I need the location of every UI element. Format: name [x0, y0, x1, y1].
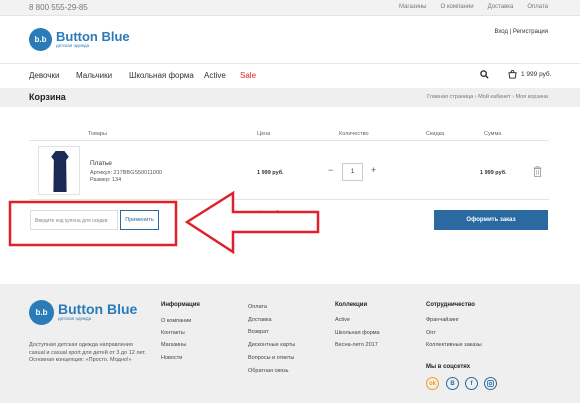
- apply-coupon-button[interactable]: Применить: [120, 210, 159, 230]
- top-links: Магазины О компании Доставка Оплата: [399, 4, 548, 10]
- footer-link-faq[interactable]: Вопросы и ответы: [248, 355, 294, 361]
- nav-item-boys[interactable]: Мальчики: [76, 71, 112, 80]
- page-title: Корзина: [29, 92, 66, 102]
- product-image[interactable]: [38, 146, 80, 195]
- table-divider: [29, 199, 549, 200]
- header-logo[interactable]: b.b Button Blue детская одежда: [29, 28, 130, 51]
- column-header-discount: Скидка: [426, 131, 445, 137]
- cart-icon: [508, 70, 517, 79]
- item-price: 1 999 руб.: [257, 170, 284, 176]
- footer-link-payment[interactable]: Оплата: [248, 304, 267, 310]
- quantity-increase-button[interactable]: +: [371, 165, 376, 175]
- top-link-about[interactable]: О компании: [440, 4, 473, 10]
- footer-link-return[interactable]: Возврат: [248, 329, 269, 335]
- quantity-decrease-button[interactable]: −: [328, 165, 333, 175]
- top-link-stores[interactable]: Магазины: [399, 4, 426, 10]
- footer-link-about[interactable]: О компании: [161, 318, 191, 324]
- footer-heading-info: Информация: [161, 302, 200, 308]
- top-link-payment[interactable]: Оплата: [527, 4, 548, 10]
- breadcrumb[interactable]: Главная страница › Мой кабинет › Моя кор…: [427, 94, 548, 100]
- dress-picture: [51, 151, 69, 192]
- product-article: Артикул: 217BBGS50011000: [90, 170, 163, 176]
- odnoklassniki-icon[interactable]: ok: [426, 377, 439, 390]
- auth-separator: |: [509, 29, 512, 35]
- footer-link-wholesale[interactable]: Опт: [426, 330, 436, 336]
- product-name[interactable]: Платье: [90, 160, 112, 167]
- total-label: Итого без доставки:: [258, 211, 314, 217]
- register-link[interactable]: Регистрация: [513, 29, 548, 35]
- footer-link-group-orders[interactable]: Коллективные заказы: [426, 342, 482, 348]
- footer-heading-cooperation: Сотрудничество: [426, 302, 475, 308]
- column-header-quantity: Количество: [339, 131, 369, 137]
- top-link-delivery[interactable]: Доставка: [488, 4, 514, 10]
- footer-description: Доступная детская одежда направления cas…: [29, 342, 146, 363]
- login-link[interactable]: Вход: [494, 29, 508, 35]
- footer-link-spring-summer[interactable]: Весна-лето 2017: [335, 342, 378, 348]
- nav-item-sale[interactable]: Sale: [240, 71, 256, 80]
- checkout-button[interactable]: Оформить заказ: [434, 210, 548, 230]
- column-header-price: Цена: [257, 131, 271, 137]
- top-bar: 8 800 555-29-85 Магазины О компании Дост…: [0, 0, 580, 16]
- logo-mark-icon: b.b: [29, 28, 52, 51]
- footer-link-franchise[interactable]: Франчайзинг: [426, 317, 459, 323]
- logo-name: Button Blue: [56, 29, 130, 44]
- nav-item-active[interactable]: Active: [204, 71, 226, 80]
- footer-link-active[interactable]: Active: [335, 317, 350, 323]
- footer-link-contacts[interactable]: Контакты: [161, 330, 185, 336]
- footer-link-feedback[interactable]: Обратная связь: [248, 368, 289, 374]
- vk-icon[interactable]: B: [446, 377, 459, 390]
- footer-heading-social: Мы в соцсетях: [426, 364, 471, 370]
- header-cart[interactable]: 1 999 руб.: [508, 70, 551, 79]
- total-value: 1 999 руб.: [258, 219, 307, 230]
- nav-item-school-uniform[interactable]: Школьная форма: [129, 71, 194, 80]
- instagram-icon[interactable]: [484, 377, 497, 390]
- main-nav: Девочки Мальчики Школьная форма Active S…: [0, 63, 580, 88]
- product-size: Размер: 134: [90, 177, 122, 183]
- coupon-input[interactable]: Введите код купона для скидки: [30, 210, 118, 230]
- footer-link-delivery[interactable]: Доставка: [248, 317, 272, 323]
- auth-links: Вход | Регистрация: [494, 29, 548, 35]
- item-sum: 1 999 руб.: [480, 170, 507, 176]
- footer-heading-collections: Коллекции: [335, 302, 368, 308]
- footer-link-news[interactable]: Новости: [161, 355, 182, 361]
- nav-item-girls[interactable]: Девочки: [29, 71, 59, 80]
- footer-link-school-uniform[interactable]: Школьная форма: [335, 330, 380, 336]
- quantity-input[interactable]: 1: [342, 163, 363, 181]
- cart-total: 1 999 руб.: [521, 71, 552, 78]
- logo-mark-icon: b.b: [29, 300, 54, 325]
- page-title-bar: Корзина Главная страница › Мой кабинет ›…: [0, 88, 580, 107]
- logo-name: Button Blue: [58, 301, 138, 317]
- column-header-products: Товары: [88, 131, 107, 137]
- trash-icon[interactable]: [533, 164, 542, 182]
- footer-link-stores[interactable]: Магазины: [161, 342, 186, 348]
- phone-number[interactable]: 8 800 555-29-85: [29, 3, 88, 12]
- search-icon[interactable]: [480, 70, 489, 81]
- footer-logo[interactable]: b.b Button Blue детская одежда: [29, 300, 137, 325]
- footer-link-discount-cards[interactable]: Дисконтные карты: [248, 342, 295, 348]
- column-header-sum: Сумма: [484, 131, 502, 137]
- facebook-icon[interactable]: f: [465, 377, 478, 390]
- table-divider: [29, 140, 549, 141]
